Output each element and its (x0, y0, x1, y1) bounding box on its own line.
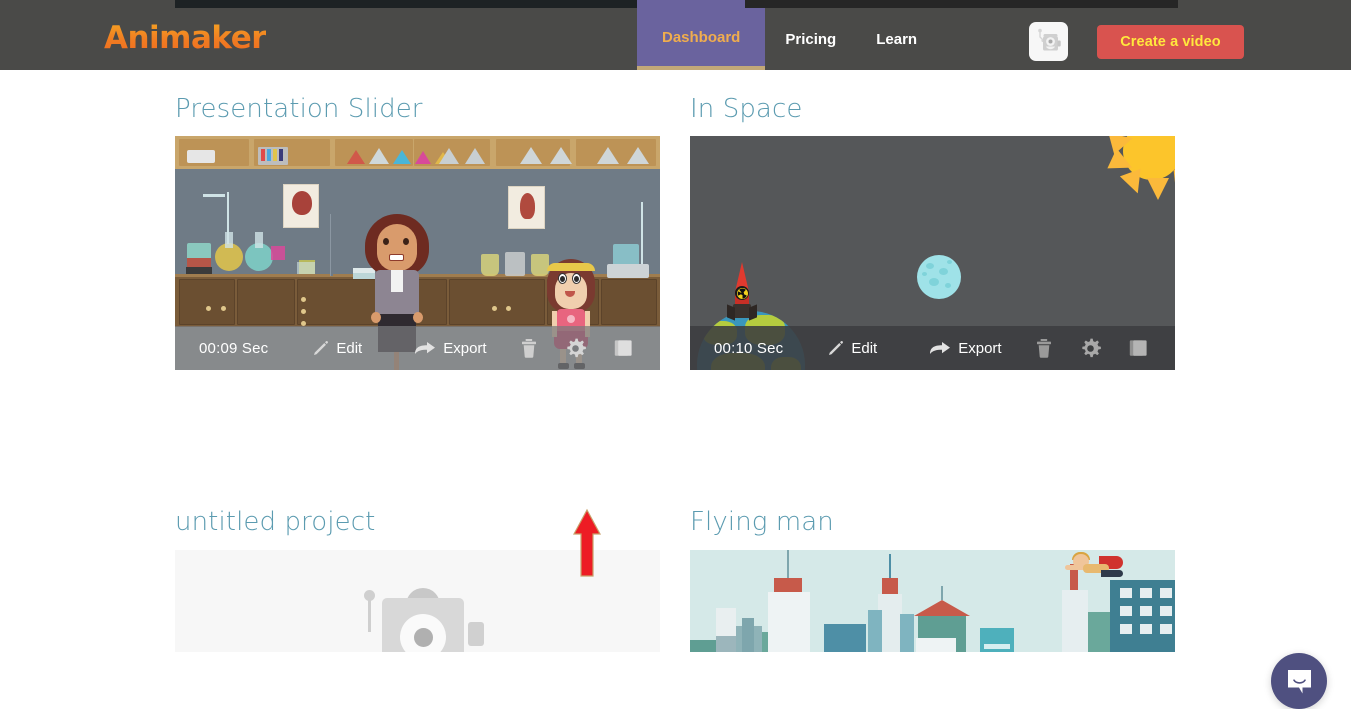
project-thumbnail[interactable] (690, 550, 1175, 652)
project-duration: 00:09 Sec (199, 340, 268, 357)
project-icon-actions (1036, 338, 1148, 359)
pencil-icon (827, 340, 844, 357)
duplicate-button[interactable] (614, 339, 633, 358)
edit-label: Edit (336, 340, 362, 357)
moon-graphic (917, 255, 961, 299)
share-arrow-icon (414, 340, 436, 357)
project-duration: 00:10 Sec (714, 340, 783, 357)
nav-item-learn[interactable]: Learn (856, 8, 937, 70)
top-strip (0, 0, 1351, 8)
share-arrow-icon (929, 340, 951, 357)
project-toolbar: 00:09 Sec Edit Export (175, 326, 660, 370)
duplicate-button[interactable] (1129, 339, 1148, 358)
project-thumbnail[interactable]: 00:10 Sec Edit Export (690, 136, 1175, 370)
gear-icon (565, 338, 586, 359)
trash-icon (521, 339, 537, 358)
export-label: Export (443, 340, 486, 357)
nav-label-dashboard: Dashboard (662, 29, 740, 46)
nav-label-learn: Learn (876, 31, 917, 48)
duplicate-icon (1129, 339, 1148, 358)
edit-button[interactable]: Edit (312, 340, 362, 357)
delete-button[interactable] (521, 339, 537, 358)
pencil-icon (312, 340, 329, 357)
radiation-symbol-icon (735, 286, 749, 300)
create-a-video-button[interactable]: Create a video (1097, 25, 1244, 59)
top-strip-active-tab-segment (637, 0, 745, 8)
flying-man-character (1063, 552, 1123, 582)
nav-label-pricing: Pricing (785, 31, 836, 48)
animaker-logo[interactable]: Animaker (104, 20, 266, 56)
project-title[interactable]: Presentation Slider (175, 94, 660, 124)
nav-item-pricing[interactable]: Pricing (765, 8, 856, 70)
trash-icon (1036, 339, 1052, 358)
top-strip-dark-segment-right (745, 0, 1178, 8)
lab-shelf-books (187, 150, 215, 163)
site-header: Animaker Dashboard Pricing Learn Create … (0, 8, 1351, 70)
duplicate-icon (614, 339, 633, 358)
export-button[interactable]: Export (929, 340, 1001, 357)
dashboard-main: Presentation Slider (0, 70, 1351, 662)
nav-item-dashboard[interactable]: Dashboard (637, 8, 765, 70)
main-navigation: Dashboard Pricing Learn (637, 8, 937, 70)
project-title[interactable]: Flying man (690, 507, 1175, 537)
annotation-arrow (572, 508, 602, 578)
project-title[interactable]: In Space (690, 94, 1175, 124)
project-thumbnail[interactable]: 00:09 Sec Edit Export (175, 136, 660, 370)
user-avatar[interactable] (1029, 22, 1068, 61)
project-card: In Space (690, 94, 1175, 370)
project-toolbar: 00:10 Sec Edit Export (690, 326, 1175, 370)
edit-label: Edit (851, 340, 877, 357)
export-label: Export (958, 340, 1001, 357)
project-card: Presentation Slider (175, 94, 660, 370)
intercom-chat-button[interactable] (1271, 653, 1327, 709)
project-card: Flying man (690, 507, 1175, 652)
gear-icon (1080, 338, 1101, 359)
export-button[interactable]: Export (414, 340, 486, 357)
lab-poster-lung (508, 186, 545, 229)
city-skyline-scene (690, 550, 1175, 652)
settings-button[interactable] (1080, 338, 1101, 359)
edit-button[interactable]: Edit (827, 340, 877, 357)
lab-poster-heart (283, 184, 319, 228)
chat-bubble-icon (1286, 668, 1313, 695)
delete-button[interactable] (1036, 339, 1052, 358)
robot-placeholder-icon (368, 588, 478, 652)
settings-button[interactable] (565, 338, 586, 359)
rocket-graphic (726, 262, 758, 322)
project-icon-actions (521, 338, 633, 359)
robot-avatar-icon (1036, 28, 1062, 56)
